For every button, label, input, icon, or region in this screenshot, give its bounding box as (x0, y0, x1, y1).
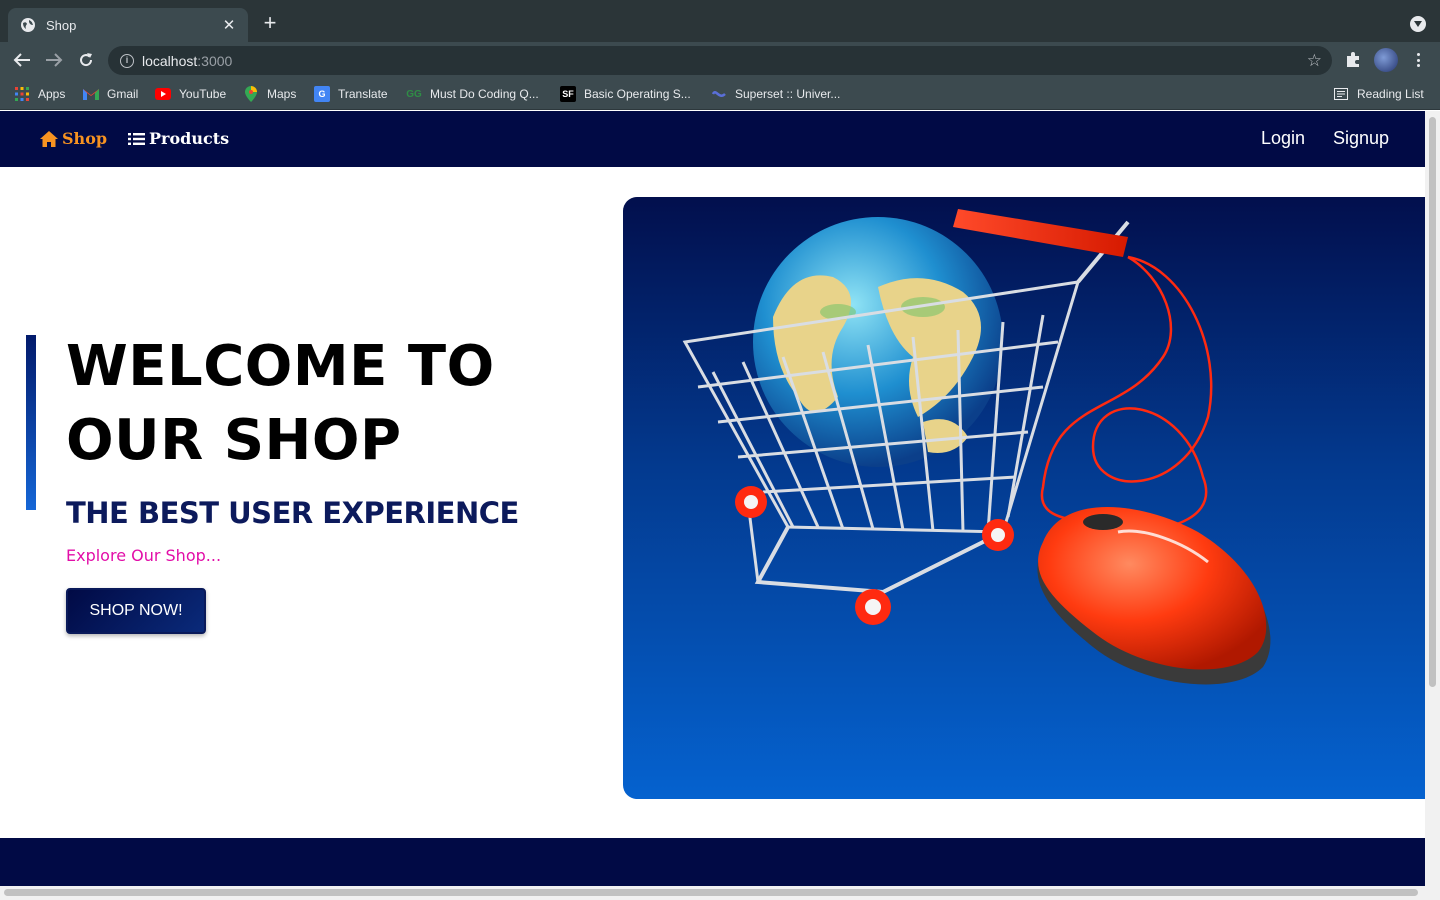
bookmark-basic-operating[interactable]: SF Basic Operating S... (560, 85, 691, 103)
reading-list-button[interactable]: Reading List (1333, 85, 1424, 103)
hero-subtitle: THE BEST USER EXPERIENCE (66, 496, 519, 530)
site-info-icon[interactable]: i (120, 53, 134, 68)
bookmark-star-icon[interactable]: ☆ (1307, 51, 1322, 71)
bookmark-translate[interactable]: G Translate (314, 85, 388, 103)
sf-icon: SF (560, 86, 576, 102)
bookmark-gmail[interactable]: Gmail (83, 85, 138, 103)
hero-title: WELCOME TO OUR SHOP (66, 330, 546, 478)
forward-arrow-icon[interactable] (43, 50, 65, 70)
horizontal-scrollbar[interactable] (0, 886, 1425, 900)
bookmark-label: Gmail (107, 87, 139, 101)
mouse-cable-graphic (1040, 255, 1213, 532)
list-icon (128, 132, 145, 145)
youtube-icon (155, 86, 171, 102)
bookmark-apps[interactable]: Apps (14, 85, 65, 103)
back-arrow-icon[interactable] (11, 50, 33, 70)
bookmark-maps[interactable]: Maps (243, 85, 296, 103)
browser-menu-icon[interactable] (1410, 50, 1426, 70)
browser-toolbar: i localhost:3000 ☆ (0, 42, 1440, 78)
login-link[interactable]: Login (1261, 128, 1305, 149)
globe-icon (20, 17, 36, 33)
hero-title-line1: WELCOME TO (66, 334, 495, 399)
bookmark-label: Superset :: Univer... (735, 87, 841, 101)
shopping-cart-globe-mouse-illustration (682, 209, 1271, 685)
translate-icon: G (314, 86, 330, 102)
horizontal-scroll-thumb[interactable] (4, 889, 1418, 896)
bookmark-label: Basic Operating S... (584, 87, 691, 101)
bookmark-label: Must Do Coding Q... (430, 87, 539, 101)
vertical-scroll-thumb[interactable] (1429, 117, 1436, 687)
extensions-puzzle-icon[interactable] (1344, 51, 1362, 69)
reload-icon[interactable] (75, 50, 97, 70)
nav-products[interactable]: Products (128, 129, 229, 148)
gfg-icon: GG (406, 88, 422, 100)
bookmark-label: Maps (267, 87, 297, 101)
bookmark-label: Translate (338, 87, 388, 101)
products-label: Products (149, 129, 230, 148)
profile-avatar[interactable] (1374, 48, 1398, 72)
hero-tagline: Explore Our Shop... (66, 546, 222, 565)
hero-accent-bar (26, 335, 36, 510)
site-navbar: Shop Products Login Signup (0, 111, 1425, 167)
bookmark-must-do-coding[interactable]: GG Must Do Coding Q... (406, 85, 539, 103)
address-bar[interactable]: i localhost:3000 ☆ (108, 46, 1332, 75)
footer (0, 838, 1425, 886)
tab-title: Shop (46, 17, 77, 33)
globe-graphic (753, 217, 1003, 467)
superset-icon (711, 86, 727, 102)
close-tab-icon[interactable]: ✕ (220, 16, 238, 34)
reading-list-label: Reading List (1357, 87, 1424, 101)
reading-list-icon (1333, 86, 1349, 102)
bookmarks-bar: Apps Gmail YouTube Maps G Translate GG M… (0, 78, 1440, 110)
signup-link[interactable]: Signup (1333, 128, 1389, 149)
hero-title-line2: OUR SHOP (66, 408, 402, 473)
brand-label: Shop (62, 129, 108, 148)
shop-now-button[interactable]: SHOP NOW! (66, 588, 206, 634)
brand-link[interactable]: Shop (40, 129, 107, 148)
tab-search-icon[interactable] (1410, 16, 1426, 32)
maps-icon (243, 86, 259, 102)
bookmark-label: YouTube (179, 87, 227, 101)
bookmark-youtube[interactable]: YouTube (155, 85, 226, 103)
gmail-icon (83, 86, 99, 102)
bookmark-label: Apps (38, 87, 66, 101)
address-url: localhost:3000 (142, 52, 233, 69)
home-icon (40, 130, 58, 147)
browser-tab-bar: Shop ✕ + (0, 0, 1440, 42)
bookmark-superset[interactable]: Superset :: Univer... (711, 85, 840, 103)
browser-tab[interactable]: Shop ✕ (8, 8, 248, 42)
apps-grid-icon (14, 86, 30, 102)
hero-image-panel (623, 197, 1425, 799)
computer-mouse-graphic (1037, 507, 1271, 685)
vertical-scrollbar[interactable] (1425, 111, 1440, 900)
new-tab-button[interactable]: + (259, 12, 281, 34)
cart-handle-graphic (953, 209, 1128, 257)
